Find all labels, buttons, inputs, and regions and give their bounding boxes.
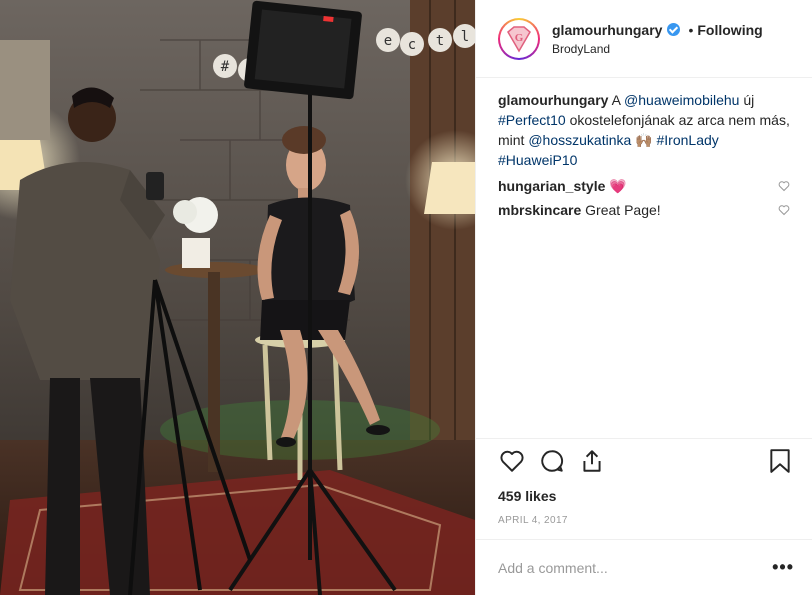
banner-letter: t xyxy=(436,33,444,49)
post-photo[interactable]: # p e c t l xyxy=(0,0,475,595)
bookmark-icon xyxy=(770,449,790,473)
banner-letter: e xyxy=(384,33,392,49)
banner-letter: # xyxy=(221,59,230,75)
glamour-logo-icon: G xyxy=(507,25,531,52)
like-button[interactable] xyxy=(498,447,526,475)
comment-row: mbrskincare Great Page! xyxy=(498,200,790,220)
like-comment-heart-icon[interactable] xyxy=(778,204,790,216)
post-caption: glamourhungary A @huaweimobilehu új #Per… xyxy=(498,90,790,170)
more-options-icon[interactable]: ••• xyxy=(772,557,794,578)
comment-username[interactable]: mbrskincare xyxy=(498,202,581,218)
instagram-post: # p e c t l xyxy=(0,0,812,595)
share-icon xyxy=(583,450,601,472)
action-bar xyxy=(476,438,812,483)
add-comment-bar: Add a comment... ••• xyxy=(476,539,812,595)
add-comment-input[interactable]: Add a comment... xyxy=(498,560,772,576)
verified-badge-icon xyxy=(667,23,681,36)
save-button[interactable] xyxy=(766,447,794,475)
emoji: 🙌🏽 xyxy=(631,132,657,148)
share-button[interactable] xyxy=(578,447,606,475)
heart-icon xyxy=(500,450,524,472)
hashtag-link[interactable]: #HuaweiP10 xyxy=(498,152,577,168)
mention-link[interactable]: @huaweimobilehu xyxy=(624,92,739,108)
header-text: glamourhungary • Following BrodyLand xyxy=(552,22,763,56)
like-comment-heart-icon[interactable] xyxy=(778,180,790,192)
comment: hungarian_style 💗 xyxy=(498,176,627,196)
username-link[interactable]: glamourhungary xyxy=(552,22,662,38)
comments-section: glamourhungary A @huaweimobilehu új #Per… xyxy=(476,78,812,438)
comment-text: 💗 xyxy=(605,178,627,194)
photo-illustration: # p e c t l xyxy=(0,0,475,595)
comment-text: Great Page! xyxy=(581,202,661,218)
caption-text: A xyxy=(608,92,625,108)
caption-username[interactable]: glamourhungary xyxy=(498,92,608,108)
caption-text: új xyxy=(739,92,755,108)
header-top-row: glamourhungary • Following xyxy=(552,22,763,38)
comment-bubble-icon xyxy=(541,450,564,472)
likes-count[interactable]: 459 likes xyxy=(476,483,812,509)
separator-dot: • xyxy=(688,21,694,38)
hashtag-link[interactable]: #IronLady xyxy=(657,132,719,148)
banner-letter: c xyxy=(408,37,416,53)
comment-row: hungarian_style 💗 xyxy=(498,176,790,196)
comment-button[interactable] xyxy=(538,447,566,475)
post-sidebar: G glamourhungary • Following BrodyLand g… xyxy=(475,0,812,595)
comment: mbrskincare Great Page! xyxy=(498,200,661,220)
mention-link[interactable]: @hosszukatinka xyxy=(528,132,631,148)
location-link[interactable]: BrodyLand xyxy=(552,42,763,56)
avatar-inner: G xyxy=(500,19,538,58)
hashtag-link[interactable]: #Perfect10 xyxy=(498,112,566,128)
comment-username[interactable]: hungarian_style xyxy=(498,178,605,194)
following-button[interactable]: Following xyxy=(697,22,762,38)
post-header: G glamourhungary • Following BrodyLand xyxy=(476,0,812,78)
avatar-letter: G xyxy=(515,32,524,44)
avatar[interactable]: G xyxy=(498,17,540,60)
post-date: APRIL 4, 2017 xyxy=(498,515,568,526)
banner-letter: l xyxy=(461,29,469,45)
